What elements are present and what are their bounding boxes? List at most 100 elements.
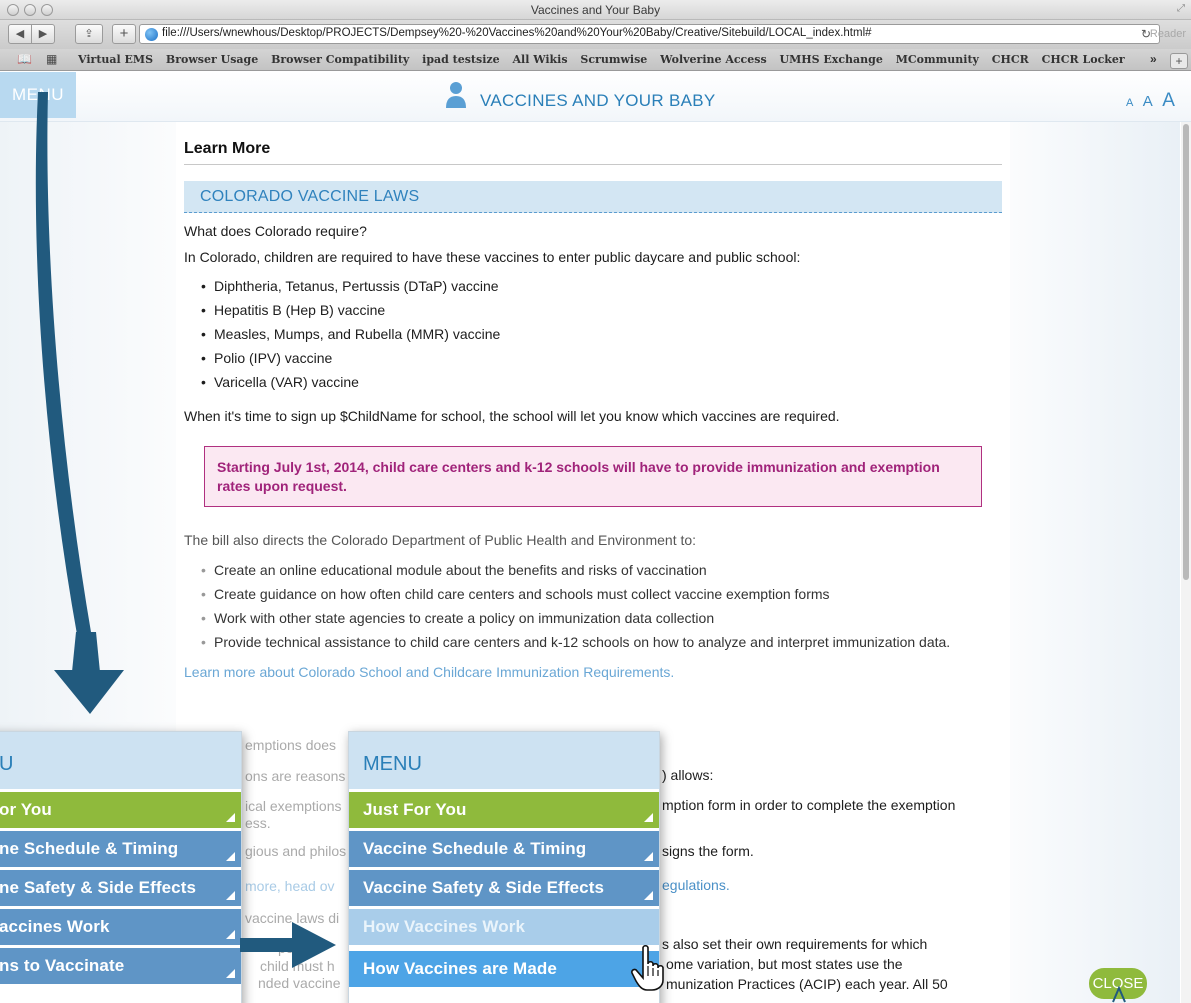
list-item: Hepatitis B (Hep B) vaccine bbox=[201, 298, 1002, 322]
expand-triangle-icon bbox=[226, 852, 235, 861]
globe-icon bbox=[145, 28, 158, 41]
bookmarks-book-icon[interactable]: 📖 bbox=[17, 52, 32, 66]
font-small-button[interactable]: A bbox=[1126, 97, 1133, 109]
bookmark-item[interactable]: CHCR bbox=[992, 53, 1029, 66]
menu-heading: U bbox=[0, 732, 241, 789]
submenu-item-how-vaccines-are-made[interactable]: How Vaccines are Made bbox=[349, 951, 659, 987]
learn-more-link[interactable]: Learn more about Colorado School and Chi… bbox=[184, 664, 1002, 680]
bookmarks-bar: 📖 ▦ Virtual EMS Browser Usage Browser Co… bbox=[0, 49, 1191, 71]
grid-icon[interactable]: ▦ bbox=[46, 52, 57, 66]
bookmark-item[interactable]: Virtual EMS bbox=[78, 53, 153, 66]
vaccine-list: Diphtheria, Tetanus, Pertussis (DTaP) va… bbox=[184, 274, 1002, 394]
page-heading: Learn More bbox=[184, 140, 1002, 165]
expand-triangle-icon bbox=[226, 930, 235, 939]
expand-triangle-icon bbox=[226, 969, 235, 978]
menu-item-label: accines Work bbox=[0, 917, 110, 936]
text-fragment: ess. bbox=[245, 815, 271, 831]
menu-item-label: ns to Vaccinate bbox=[0, 956, 125, 975]
list-item: Polio (IPV) vaccine bbox=[201, 346, 1002, 370]
list-item: Diphtheria, Tetanus, Pertussis (DTaP) va… bbox=[201, 274, 1002, 298]
menu-item-just-for-you[interactable]: Just For You bbox=[349, 792, 659, 828]
new-tab-button[interactable]: + bbox=[1170, 53, 1188, 69]
forward-button[interactable]: ▶ bbox=[31, 24, 55, 44]
list-item: Provide technical assistance to child ca… bbox=[201, 630, 1002, 651]
menu-item-just-for-you[interactable]: or You bbox=[0, 792, 241, 828]
menu-item-label: How Vaccines Work bbox=[363, 917, 526, 936]
add-bookmark-button[interactable]: + bbox=[112, 24, 136, 44]
menu-item-schedule[interactable]: ne Schedule & Timing bbox=[0, 831, 241, 867]
reader-button[interactable]: Reader bbox=[1124, 24, 1186, 44]
menu-item-safety[interactable]: ne Safety & Side Effects bbox=[0, 870, 241, 906]
list-item: Create guidance on how often child care … bbox=[201, 582, 1002, 606]
url-text[interactable]: file:///Users/wnewhous/Desktop/PROJECTS/… bbox=[162, 27, 872, 39]
bookmark-item[interactable]: Scrumwise bbox=[580, 53, 647, 66]
scrollbar-thumb[interactable] bbox=[1183, 124, 1189, 580]
list-item: Work with other state agencies to create… bbox=[201, 606, 1002, 630]
menu-heading: MENU bbox=[349, 732, 659, 789]
bookmark-item[interactable]: Wolverine Access bbox=[660, 53, 766, 66]
menu-item-label: How Vaccines are Made bbox=[363, 959, 557, 978]
browser-toolbar: ◀ ▶ ⇪ + file:///Users/wnewhous/Desktop/P… bbox=[0, 20, 1191, 49]
fullscreen-icon[interactable]: ⤢ bbox=[1177, 3, 1185, 14]
bookmark-item[interactable]: ipad testsize bbox=[422, 53, 500, 66]
flow-arrow-icon bbox=[35, 92, 124, 714]
bookmark-item[interactable]: All Wikis bbox=[512, 53, 567, 66]
text-fragment: egulations. bbox=[662, 877, 730, 893]
text-fragment: signs the form. bbox=[662, 843, 754, 859]
text-fragment: munization Practices (ACIP) each year. A… bbox=[666, 976, 948, 992]
text-fragment: ical exemptions bbox=[245, 798, 342, 814]
bookmark-item[interactable]: Browser Usage bbox=[166, 53, 258, 66]
flow-arrow-icon bbox=[240, 922, 336, 968]
menu-item-label: ne Safety & Side Effects bbox=[0, 878, 197, 897]
baby-icon bbox=[446, 82, 466, 108]
text-fragment: s also set their own requirements for wh… bbox=[662, 936, 928, 952]
signup-text: When it's time to sign up $ChildName for… bbox=[184, 408, 840, 424]
menu-item-label: Just For You bbox=[363, 800, 467, 819]
menu-item-how-vaccines-work[interactable]: How Vaccines Work bbox=[349, 909, 659, 945]
window-title: Vaccines and Your Baby bbox=[530, 3, 661, 17]
text-fragment: ons are reasons bbox=[245, 768, 346, 784]
expand-triangle-icon bbox=[644, 813, 653, 822]
text-fragment: emptions does bbox=[245, 737, 337, 753]
bookmark-item[interactable]: MCommunity bbox=[896, 53, 979, 66]
menu-item-how-vaccines-work[interactable]: accines Work bbox=[0, 909, 241, 945]
bill-intro: The bill also directs the Colorado Depar… bbox=[184, 532, 697, 548]
expand-triangle-icon bbox=[644, 852, 653, 861]
site-header: MENU VACCINES AND YOUR BABY A A A bbox=[0, 72, 1191, 122]
text-fragment: mption form in order to complete the exe… bbox=[662, 797, 956, 813]
address-bar[interactable]: file:///Users/wnewhous/Desktop/PROJECTS/… bbox=[139, 24, 1160, 44]
menu-item-safety[interactable]: Vaccine Safety & Side Effects bbox=[349, 870, 659, 906]
menu-item-label: or You bbox=[0, 800, 52, 819]
question-text: What does Colorado require? bbox=[184, 223, 367, 239]
text-fragment: ome variation, but most states use the bbox=[666, 956, 903, 972]
section-title[interactable]: COLORADO VACCINE LAWS bbox=[184, 181, 1002, 213]
font-size-controls: A A A bbox=[1126, 90, 1175, 112]
list-item: Varicella (VAR) vaccine bbox=[201, 370, 1002, 394]
bill-list: Create an online educational module abou… bbox=[184, 558, 1002, 651]
font-medium-button[interactable]: A bbox=[1143, 93, 1153, 110]
list-item: Create an online educational module abou… bbox=[201, 558, 1002, 582]
menu-panel-after: MENU Just For You Vaccine Schedule & Tim… bbox=[348, 731, 660, 1003]
main-content: Learn More COLORADO VACCINE LAWS What do… bbox=[184, 140, 1002, 680]
bookmark-item[interactable]: Browser Compatibility bbox=[271, 53, 409, 66]
bookmarks-overflow-button[interactable]: » bbox=[1150, 52, 1157, 66]
menu-panel-before: U or You ne Schedule & Timing ne Safety … bbox=[0, 731, 242, 1003]
hand-cursor-icon bbox=[631, 944, 664, 991]
page-gutter-right bbox=[1010, 122, 1180, 1003]
menu-item-reasons[interactable]: ns to Vaccinate bbox=[0, 948, 241, 984]
bookmark-list: Virtual EMS Browser Usage Browser Compat… bbox=[78, 53, 1134, 66]
text-fragment: more, head ov bbox=[245, 878, 335, 894]
share-button[interactable]: ⇪ bbox=[75, 24, 103, 44]
expand-triangle-icon bbox=[644, 891, 653, 900]
menu-item-schedule[interactable]: Vaccine Schedule & Timing bbox=[349, 831, 659, 867]
text-fragment: gious and philos bbox=[245, 843, 347, 859]
bookmark-item[interactable]: CHCR Locker bbox=[1042, 53, 1125, 66]
intro-text: In Colorado, children are required to ha… bbox=[184, 249, 801, 265]
back-button[interactable]: ◀ bbox=[8, 24, 32, 44]
callout-box: Starting July 1st, 2014, child care cent… bbox=[204, 446, 982, 507]
font-large-button[interactable]: A bbox=[1162, 90, 1175, 111]
expand-triangle-icon bbox=[226, 891, 235, 900]
menu-item-label: ne Schedule & Timing bbox=[0, 839, 179, 858]
text-fragment: ) allows: bbox=[662, 767, 714, 783]
bookmark-item[interactable]: UMHS Exchange bbox=[779, 53, 882, 66]
